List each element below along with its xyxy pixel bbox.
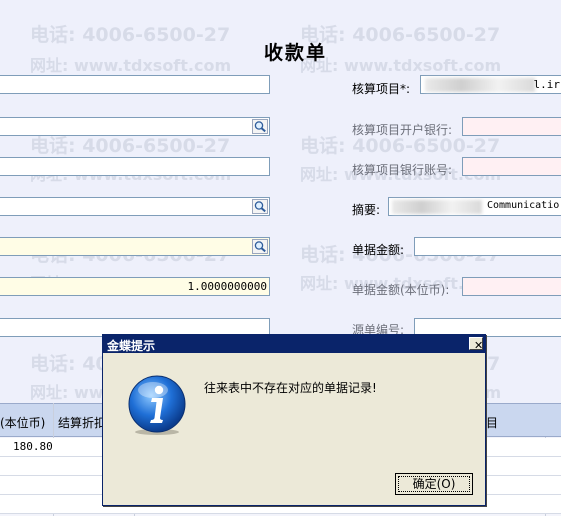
summary-label: 摘要: [352,203,381,217]
close-button[interactable]: ✕ [469,337,484,352]
exchange-rate-value: 1.0000000000 [187,280,267,293]
project-value-tail: l.ir [533,78,561,91]
field-2[interactable] [0,117,270,136]
redacted-text [392,200,482,214]
dialog-title: 金蝶提示 [107,339,156,353]
field-3[interactable] [0,157,270,176]
project-bank-label: 核算项目开户银行: [352,123,453,137]
amount-local-label: 单据金额(本位币): [352,283,450,297]
information-icon [128,375,186,435]
search-icon[interactable] [252,199,268,214]
summary-field[interactable]: Communicatio [388,197,561,216]
project-account-field[interactable] [462,157,561,176]
project-bank-field[interactable] [462,117,561,136]
project-label: 核算项目*: [352,82,411,96]
project-account-label: 核算项目银行账号: [352,163,453,177]
dialog-message: 往来表中不存在对应的单据记录! [204,381,377,395]
redacted-text [425,78,535,92]
focus-ring [398,476,470,492]
field-5[interactable] [0,237,270,256]
close-icon: ✕ [474,339,484,352]
column-header-amount-local[interactable]: (本位币) [0,414,45,431]
message-dialog: 金蝶提示 ✕ 往来表中不存在对应的单据记录! 确定(O) [102,334,486,506]
amount-local-field[interactable] [462,277,561,296]
page-title: 收款单 [264,42,328,64]
column-header-item[interactable]: 目 [486,414,498,431]
amount-field[interactable] [414,237,561,256]
column-header-settle-discount[interactable]: 结算折扣 [58,414,106,431]
field-4[interactable] [0,197,270,216]
dialog-title-bar[interactable]: 金蝶提示 ✕ [103,335,485,353]
ok-button[interactable]: 确定(O) [395,473,473,495]
amount-cell: 180.80 [13,440,53,453]
search-icon[interactable] [252,119,268,134]
amount-label: 单据金额: [352,243,405,257]
search-icon[interactable] [252,239,268,254]
watermark-site: 网址: www.tdxsoft.com [30,56,232,75]
exchange-rate-field[interactable]: 1.0000000000 [0,277,270,296]
project-field[interactable]: l.ir [420,75,561,94]
watermark-phone: 电话: 4006-6500-27 [300,24,501,46]
watermark-site: 网址: www.tdxsoft.com [300,56,502,75]
summary-value-tail: Communicatio [487,200,560,211]
field-1[interactable] [0,75,270,94]
watermark-phone: 电话: 4006-6500-27 [30,24,231,46]
